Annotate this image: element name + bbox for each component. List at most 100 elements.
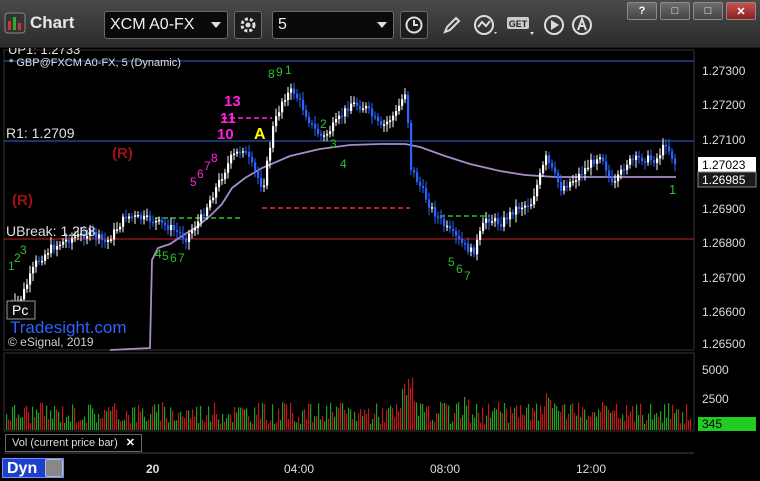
- volume-bar: [496, 409, 498, 430]
- volume-bar: [278, 408, 280, 430]
- volume-bar: [406, 395, 408, 430]
- candle-body: [521, 207, 524, 210]
- volume-bar: [382, 408, 384, 430]
- td-green-count: 6: [170, 251, 177, 265]
- alert-button[interactable]: [568, 11, 596, 39]
- play-button[interactable]: [540, 11, 568, 39]
- symbol-settings-button[interactable]: [234, 11, 262, 39]
- volume-bar: [262, 402, 264, 430]
- volume-legend-label: Vol (current price bar): [12, 437, 118, 449]
- volume-bar: [470, 422, 472, 430]
- volume-bar: [64, 422, 66, 430]
- volume-bar: [546, 393, 548, 430]
- volume-bar: [422, 404, 424, 430]
- volume-bar: [258, 402, 260, 430]
- volume-bar: [366, 413, 368, 430]
- volume-bar: [334, 416, 336, 430]
- candle-body: [356, 102, 359, 107]
- candle-body: [224, 172, 227, 180]
- chart-toolbar: Chart XCM A0-FX 5 GET ? □ □ ✕: [0, 0, 760, 48]
- volume-bar: [424, 412, 426, 430]
- interval-field[interactable]: 5: [272, 11, 394, 39]
- close-icon[interactable]: ✕: [126, 435, 135, 451]
- volume-bar: [108, 406, 110, 430]
- candle-body: [440, 216, 443, 219]
- candle-body: [638, 155, 641, 158]
- volume-bar: [554, 403, 556, 430]
- volume-bar: [516, 405, 518, 430]
- volume-bar: [662, 422, 664, 430]
- volume-bar: [28, 412, 30, 430]
- volume-legend[interactable]: Vol (current price bar) ✕: [5, 434, 142, 452]
- candle-body: [26, 284, 29, 289]
- candle-body: [461, 238, 464, 244]
- candle-body: [269, 147, 272, 161]
- volume-bar: [6, 414, 8, 430]
- candle-body: [158, 219, 161, 222]
- candle-body: [515, 206, 518, 215]
- chevron-down-icon[interactable]: [377, 22, 387, 28]
- volume-bar: [560, 412, 562, 430]
- time-template-button[interactable]: [400, 11, 428, 39]
- candle-body: [650, 155, 653, 160]
- candle-body: [176, 229, 179, 232]
- candle-body: [395, 111, 398, 116]
- candle-body: [101, 234, 104, 240]
- help-button[interactable]: ?: [627, 2, 657, 20]
- chart-app-icon: [4, 12, 26, 34]
- chart-area[interactable]: UP1: 1.2733 * GBP@FXCM A0-FX, 5 (Dynamic…: [0, 42, 760, 481]
- price-tick: 1.26600: [702, 305, 746, 319]
- candle-body: [665, 144, 668, 147]
- volume-bar: [684, 423, 686, 430]
- candle-body: [311, 123, 314, 125]
- td-magenta-counts: 5678: [190, 151, 218, 189]
- chevron-down-icon[interactable]: [211, 22, 221, 28]
- volume-bar: [526, 407, 528, 430]
- volume-bar: [614, 410, 616, 430]
- volume-bar: [242, 408, 244, 430]
- volume-bar: [232, 422, 234, 430]
- volume-bar: [72, 404, 74, 430]
- td-green-count: 4: [340, 157, 347, 171]
- candle-body: [383, 124, 386, 126]
- volume-bar: [196, 406, 198, 430]
- draw-tools-button[interactable]: [438, 11, 466, 39]
- price-chart-svg[interactable]: UP1: 1.2733 * GBP@FXCM A0-FX, 5 (Dynamic…: [0, 42, 760, 481]
- volume-bar: [22, 417, 24, 430]
- candle-body: [443, 218, 446, 227]
- volume-bar: [484, 423, 486, 430]
- lock-icon[interactable]: [45, 459, 63, 477]
- candle-body: [674, 158, 677, 165]
- volume-bar: [106, 411, 108, 430]
- candle-body: [116, 229, 119, 231]
- study-label: * GBP@FXCM A0-FX, 5 (Dynamic): [9, 57, 181, 69]
- volume-bar: [402, 388, 404, 430]
- candle-body: [539, 173, 542, 185]
- candle-body: [506, 217, 509, 220]
- restore-button[interactable]: □: [660, 2, 690, 20]
- candle-body: [215, 187, 218, 198]
- volume-bar: [248, 416, 250, 430]
- volume-bar: [346, 413, 348, 430]
- maximize-button[interactable]: □: [693, 2, 723, 20]
- window-title: Chart: [4, 12, 74, 34]
- volume-bar: [104, 409, 106, 430]
- price-axis: 1.27300 1.27200 1.27100 1.26900 1.26800 …: [697, 64, 757, 351]
- volume-bar: [310, 403, 312, 430]
- volume-bar: [276, 422, 278, 430]
- candle-body: [431, 207, 434, 209]
- symbol-field[interactable]: XCM A0-FX: [104, 11, 228, 39]
- ubreak-label: UBreak: 1.268: [6, 223, 96, 239]
- volume-bar: [134, 407, 136, 430]
- copyright-text: © eSignal, 2019: [8, 335, 94, 349]
- volume-bar: [542, 413, 544, 430]
- get-data-button[interactable]: GET: [506, 11, 536, 39]
- td-count-10: 10: [217, 126, 234, 143]
- candle-body: [476, 240, 479, 255]
- volume-bar: [520, 405, 522, 430]
- close-button[interactable]: ✕: [726, 2, 756, 20]
- volume-bar: [604, 404, 606, 430]
- td-count-11: 11: [220, 110, 236, 127]
- studies-button[interactable]: [472, 11, 500, 39]
- candle-body: [488, 218, 491, 223]
